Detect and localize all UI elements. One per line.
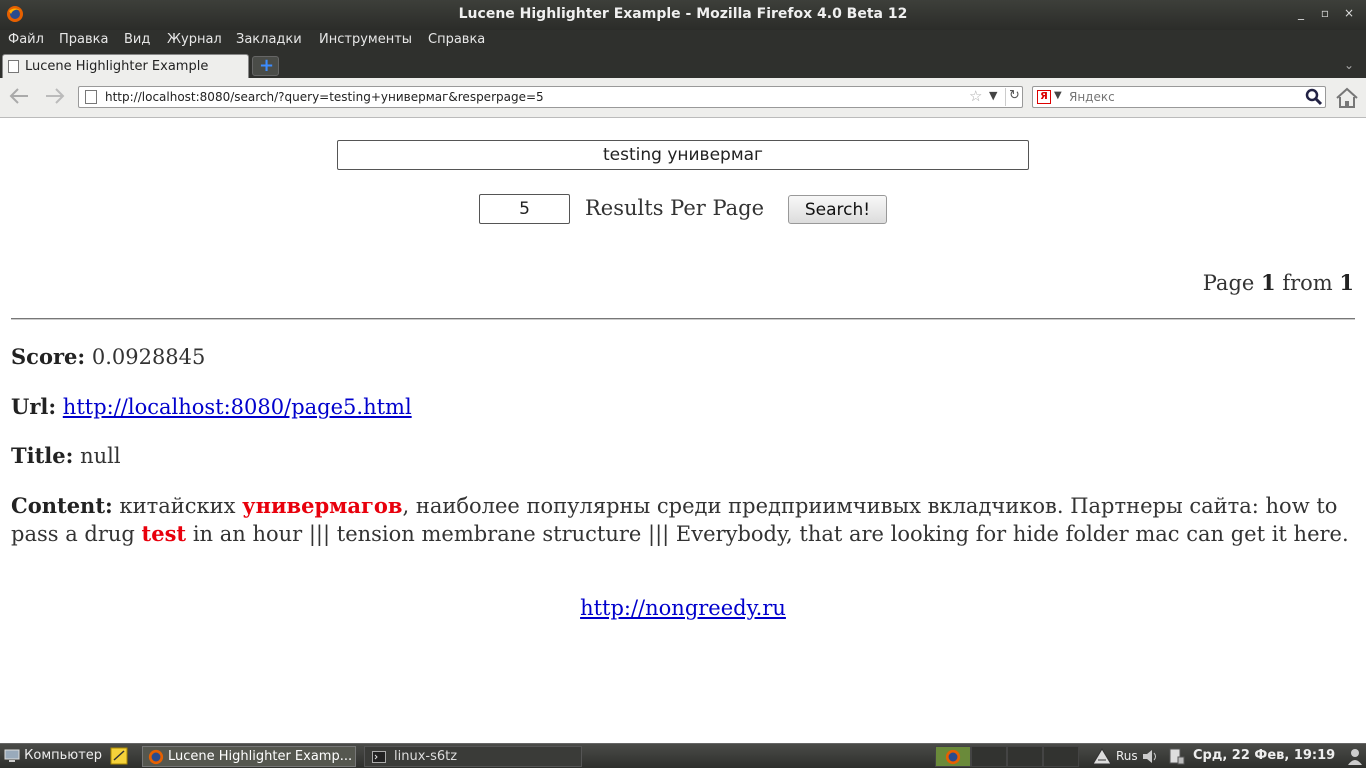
forward-arrow-icon	[46, 88, 65, 104]
engine-dropdown-icon[interactable]: ▼	[1054, 90, 1062, 101]
result-score: Score: 0.0928845	[11, 344, 205, 369]
navigation-toolbar: ☆ ▼ ↻ Я ▼	[0, 78, 1366, 118]
result-url-link[interactable]: http://localhost:8080/page5.html	[63, 395, 412, 419]
bookmark-star-icon[interactable]: ☆	[969, 87, 982, 105]
content-highlight-1: универмагов	[242, 493, 403, 518]
search-icon[interactable]	[1305, 88, 1323, 106]
start-label: Компьютер	[24, 748, 103, 763]
url-label: Url:	[11, 394, 57, 419]
terminal-icon	[372, 750, 386, 763]
tab-label: Lucene Highlighter Example	[25, 59, 209, 74]
pagination-info: Page 1 from 1	[1203, 270, 1354, 295]
page-total: 1	[1339, 270, 1354, 295]
results-per-page-input[interactable]	[479, 194, 570, 224]
plus-icon: +	[259, 55, 275, 76]
maximize-button[interactable]: ▫	[1318, 6, 1332, 20]
window-title: Lucene Highlighter Example - Mozilla Fir…	[458, 6, 908, 22]
menu-history[interactable]: Журнал	[167, 32, 222, 47]
notes-icon[interactable]	[110, 747, 129, 765]
start-menu-button[interactable]: Компьютер	[4, 746, 102, 767]
search-input[interactable]	[1069, 88, 1299, 106]
footer-link[interactable]: http://nongreedy.ru	[580, 596, 786, 620]
yandex-icon[interactable]: Я	[1037, 90, 1051, 104]
minimize-button[interactable]: _	[1294, 6, 1308, 20]
taskbar: Компьютер Lucene Highlighter Examp... li…	[0, 743, 1366, 768]
footer: http://nongreedy.ru	[0, 596, 1366, 620]
forward-button[interactable]	[42, 87, 68, 109]
update-icon[interactable]	[1092, 748, 1112, 765]
query-input[interactable]	[337, 140, 1029, 170]
network-icon[interactable]	[1168, 747, 1186, 766]
content-highlight-2: test	[141, 521, 187, 546]
firefox-icon	[945, 749, 961, 765]
divider	[11, 318, 1355, 320]
result-title: Title: null	[11, 443, 121, 468]
workspace-4[interactable]	[1043, 746, 1079, 767]
results-per-page-label: Results Per Page	[585, 196, 765, 220]
volume-icon[interactable]	[1142, 749, 1160, 764]
page-icon	[8, 60, 19, 73]
result-content: Content: китайских универмагов, наиболее…	[11, 492, 1355, 548]
workspace-3[interactable]	[1007, 746, 1043, 767]
reload-icon[interactable]: ↻	[1005, 88, 1023, 106]
page-content: Results Per Page Search! Page 1 from 1 S…	[0, 118, 1366, 743]
menu-tools[interactable]: Инструменты	[319, 32, 412, 47]
page-icon	[85, 90, 97, 104]
home-icon[interactable]	[1334, 86, 1360, 110]
search-bar[interactable]: Я ▼	[1032, 86, 1326, 108]
menu-file[interactable]: Файл	[8, 32, 44, 47]
back-arrow-icon	[9, 88, 28, 104]
task-firefox-label: Lucene Highlighter Examp...	[168, 749, 353, 764]
window-titlebar: Lucene Highlighter Example - Mozilla Fir…	[0, 0, 1366, 30]
title-value: null	[80, 444, 121, 468]
workspace-1[interactable]	[935, 746, 971, 767]
menu-bookmarks[interactable]: Закладки	[236, 32, 302, 47]
search-button[interactable]: Search!	[788, 195, 887, 224]
menu-help[interactable]: Справка	[428, 32, 485, 47]
tab-lucene[interactable]: Lucene Highlighter Example	[2, 54, 249, 78]
content-label: Content:	[11, 493, 113, 518]
title-label: Title:	[11, 443, 74, 468]
score-label: Score:	[11, 344, 86, 369]
result-url: Url: http://localhost:8080/page5.html	[11, 394, 412, 419]
firefox-icon	[148, 749, 164, 764]
content-text-1: китайских	[119, 494, 236, 518]
user-icon[interactable]	[1346, 747, 1364, 766]
content-text-3: in an hour ||| tension membrane structur…	[192, 522, 1349, 546]
menu-view[interactable]: Вид	[124, 32, 150, 47]
task-terminal[interactable]: linux-s6tz	[364, 746, 582, 767]
tab-list-chevron-icon[interactable]: ⌄	[1344, 58, 1354, 72]
task-terminal-label: linux-s6tz	[394, 749, 458, 764]
history-dropdown-icon[interactable]: ▼	[989, 89, 997, 102]
workspace-2[interactable]	[971, 746, 1007, 767]
page-middle: from	[1282, 271, 1333, 295]
clock[interactable]: Срд, 22 Фев, 19:19	[1193, 746, 1335, 767]
menu-edit[interactable]: Правка	[59, 32, 108, 47]
new-tab-button[interactable]: +	[252, 55, 279, 76]
computer-icon	[4, 749, 20, 762]
page-current: 1	[1261, 270, 1276, 295]
url-input[interactable]	[105, 88, 965, 106]
tab-strip: Lucene Highlighter Example + ⌄	[0, 52, 1366, 78]
back-button[interactable]	[6, 87, 32, 109]
score-value: 0.0928845	[91, 345, 206, 369]
menu-bar: Файл Правка Вид Журнал Закладки Инструме…	[0, 30, 1366, 52]
url-bar[interactable]: ☆ ▼ ↻	[78, 86, 1023, 108]
keyboard-layout[interactable]: Rus	[1116, 746, 1138, 767]
close-button[interactable]: ×	[1342, 6, 1356, 20]
page-prefix: Page	[1202, 271, 1255, 295]
task-firefox[interactable]: Lucene Highlighter Examp...	[142, 746, 356, 767]
